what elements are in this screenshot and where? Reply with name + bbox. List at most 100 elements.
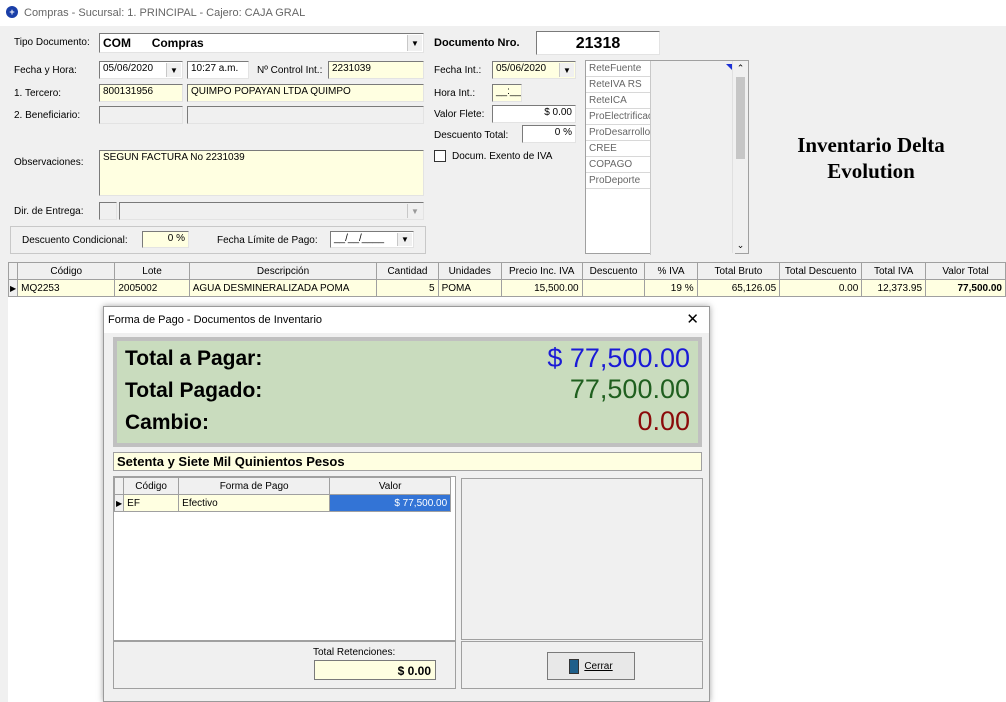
fecha-value: 05/06/2020 [103, 63, 154, 74]
table-row[interactable]: ▶ EF Efectivo $ 77,500.00 [113, 494, 452, 512]
column-header[interactable]: Código [123, 477, 180, 495]
column-header[interactable]: Lote [114, 262, 190, 280]
total-retenciones-field: $ 0.00 [314, 660, 436, 680]
row-indicator-header [7, 262, 19, 280]
scroll-thumb[interactable] [736, 77, 745, 159]
total-retenciones-label: Total Retenciones: [313, 647, 396, 658]
dir-entrega-code-field[interactable] [99, 202, 117, 220]
retencion-item[interactable]: ProElectrificaci [586, 109, 650, 125]
table-cell[interactable] [581, 279, 646, 297]
tipo-documento-code: COM [103, 36, 131, 50]
table-cell[interactable]: POMA [437, 279, 502, 297]
close-icon[interactable]: ✕ [686, 310, 699, 328]
hora-int-field[interactable]: __:__ [492, 84, 522, 102]
table-row[interactable]: ▶ MQ2253 2005002 AGUA DESMINERALIZADA POMA 5… [7, 279, 1006, 297]
observaciones-label: Observaciones: [14, 157, 84, 168]
beneficiario-nit-field[interactable] [99, 106, 183, 124]
fecha-limite-value: __/__/____ [334, 233, 385, 244]
cerrar-button[interactable]: Cerrar [547, 652, 635, 680]
dialog-title-bar: Forma de Pago - Documentos de Inventario… [104, 307, 709, 333]
table-cell[interactable]: 15,500.00 [500, 279, 583, 297]
column-header[interactable]: Unidades [437, 262, 502, 280]
table-cell[interactable]: 77,500.00 [925, 279, 1006, 297]
column-header[interactable]: Valor [329, 477, 452, 495]
column-header[interactable]: Total Bruto [696, 262, 781, 280]
column-header[interactable]: Descuento [581, 262, 646, 280]
descuento-total-field[interactable]: 0 % [522, 125, 576, 143]
table-cell[interactable]: 12,373.95 [861, 279, 927, 297]
column-header[interactable]: Total IVA [861, 262, 927, 280]
actions-panel: Cerrar [461, 641, 703, 689]
chevron-down-icon[interactable]: ▼ [407, 204, 422, 218]
table-cell[interactable]: 65,126.05 [696, 279, 781, 297]
scroll-up-icon[interactable]: ⌃ [733, 63, 748, 74]
row-indicator-header [113, 477, 125, 495]
tercero-nit-field[interactable]: 800131956 [99, 84, 183, 102]
total-pagado-label: Total Pagado: [125, 379, 263, 402]
observaciones-field[interactable]: SEGUN FACTURA No 2231039 [99, 150, 424, 196]
column-header[interactable]: Código [17, 262, 116, 280]
retenciones-total-panel: Total Retenciones: $ 0.00 [113, 641, 456, 689]
hora-field[interactable]: 10:27 a.m. [187, 61, 249, 79]
app-icon: + [6, 6, 18, 18]
column-header[interactable]: Valor Total [925, 262, 1006, 280]
payment-grid-container[interactable]: Código Forma de Pago Valor ▶ EF Efectivo $ 77… [113, 476, 456, 641]
beneficiario-name-field[interactable] [187, 106, 424, 124]
calendar-dropdown-icon[interactable]: ▼ [397, 233, 412, 246]
column-header[interactable]: Total Descuento [779, 262, 863, 280]
brand-line-2: Evolution [827, 159, 915, 183]
table-cell[interactable]: MQ2253 [17, 279, 116, 297]
table-cell[interactable]: 19 % [644, 279, 698, 297]
retencion-item[interactable]: ProDesarrollo [586, 125, 650, 141]
items-grid: Código Lote Descripción Cantidad Unidades Pre… [7, 262, 1006, 297]
calendar-dropdown-icon[interactable]: ▼ [166, 63, 181, 77]
checkbox-box[interactable] [434, 150, 446, 162]
table-cell[interactable]: AGUA DESMINERALIZADA POMA [188, 279, 378, 297]
valor-flete-field[interactable]: $ 0.00 [492, 105, 576, 123]
row-pointer-icon: ▶ [7, 279, 19, 297]
fecha-int-field[interactable]: 05/06/2020 ▼ [492, 61, 576, 79]
descuento-condicional-field[interactable]: 0 % [142, 231, 189, 248]
table-cell[interactable]: EF [123, 494, 180, 512]
tipo-documento-select[interactable]: COM Compras ▼ [99, 33, 424, 53]
column-header[interactable]: Precio Inc. IVA [500, 262, 583, 280]
control-field[interactable]: 2231039 [328, 61, 424, 79]
fecha-field[interactable]: 05/06/2020 ▼ [99, 61, 183, 79]
dir-entrega-select[interactable]: ▼ [119, 202, 424, 220]
tercero-label: 1. Tercero: [14, 88, 62, 99]
exento-iva-checkbox[interactable]: Docum. Exento de IVA [434, 150, 552, 162]
table-cell[interactable]: 0.00 [779, 279, 863, 297]
retencion-item[interactable]: ReteFuente [586, 61, 650, 77]
control-label: Nº Control Int.: [257, 65, 323, 76]
table-cell[interactable]: $ 77,500.00 [329, 494, 452, 512]
retencion-item[interactable]: ReteIVA RS [586, 77, 650, 93]
brand-text: Inventario Delta Evolution [756, 132, 986, 184]
monto-en-letras: Setenta y Siete Mil Quinientos Pesos [113, 452, 702, 471]
table-cell[interactable]: 5 [376, 279, 439, 297]
column-header[interactable]: Forma de Pago [178, 477, 331, 495]
retencion-item[interactable]: ProDeporte [586, 173, 650, 189]
documento-nro-field: 21318 [536, 31, 660, 55]
cambio-label: Cambio: [125, 411, 209, 434]
retenciones-scrollbar[interactable]: ⌃ ⌄ [732, 61, 748, 253]
column-header[interactable]: Descripción [188, 262, 378, 280]
chevron-down-icon[interactable]: ▼ [407, 35, 422, 51]
retenciones-list[interactable]: ReteFuente ReteIVA RS ReteICA ProElectrific… [585, 60, 749, 255]
fecha-hora-label: Fecha y Hora: [14, 65, 77, 76]
brand-line-1: Inventario Delta [797, 133, 945, 157]
table-cell[interactable]: Efectivo [178, 494, 331, 512]
total-pagar-value: $ 77,500.00 [547, 343, 690, 373]
retencion-item[interactable]: CREE [586, 141, 650, 157]
retencion-item[interactable]: COPAGO [586, 157, 650, 173]
scroll-down-icon[interactable]: ⌄ [733, 240, 748, 251]
calendar-dropdown-icon[interactable]: ▼ [559, 63, 574, 77]
beneficiario-label: 2. Beneficiario: [14, 110, 81, 121]
retencion-item[interactable]: ReteICA [586, 93, 650, 109]
descuento-condicional-label: Descuento Condicional: [22, 235, 128, 246]
title-bar: + Compras - Sucursal: 1. PRINCIPAL - Caj… [0, 0, 1006, 26]
column-header[interactable]: % IVA [644, 262, 698, 280]
fecha-limite-field[interactable]: __/__/____ ▼ [330, 231, 414, 248]
tercero-name-field[interactable]: QUIMPO POPAYAN LTDA QUIMPO [187, 84, 424, 102]
table-cell[interactable]: 2005002 [114, 279, 190, 297]
column-header[interactable]: Cantidad [376, 262, 439, 280]
